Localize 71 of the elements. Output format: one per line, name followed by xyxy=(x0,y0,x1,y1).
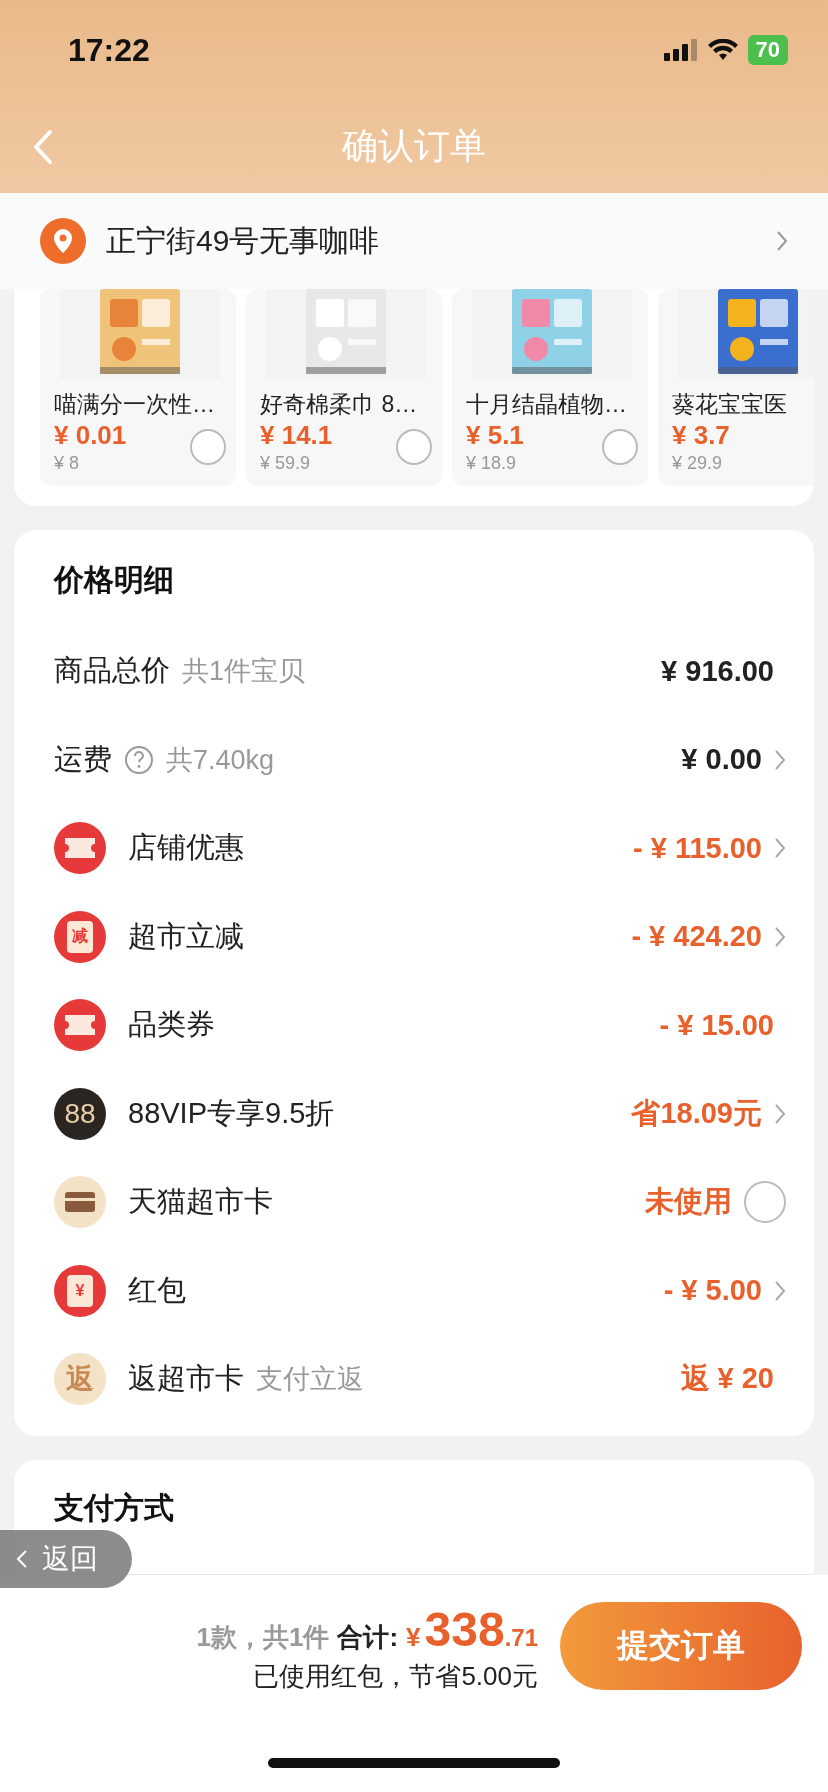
row-label: 品类券 xyxy=(128,1007,215,1043)
row-note: 支付立返 xyxy=(256,1363,364,1397)
envelope-icon: ¥ xyxy=(54,1264,106,1317)
original-price: ¥ 18.9 xyxy=(466,453,518,474)
row-note: 共1件宝贝 xyxy=(182,655,306,689)
row-value: ¥ 916.00 xyxy=(661,654,774,688)
select-radio[interactable] xyxy=(396,429,432,465)
row-value: 未使用 xyxy=(645,1184,732,1220)
product-card[interactable]: 十月结晶植物… ¥ 5.1 ¥ 18.9 xyxy=(452,289,648,486)
envelope-icon: 减 xyxy=(54,910,106,963)
battery-indicator: 70 xyxy=(747,35,788,65)
chevron-icon[interactable] xyxy=(774,1102,786,1125)
product-card[interactable]: 葵花宝宝医 ¥ 3.7 ¥ 29.9 xyxy=(658,289,814,486)
card-icon xyxy=(54,1176,106,1229)
item-count: 1款，共1件 xyxy=(196,1621,330,1654)
product-card[interactable]: 好奇棉柔巾 8… ¥ 14.1 ¥ 59.9 xyxy=(246,289,442,486)
saving-note: 已使用红包，节省5.00元 xyxy=(253,1660,538,1693)
select-radio[interactable] xyxy=(602,429,638,465)
original-price: ¥ 8 xyxy=(54,453,81,474)
status-time: 17:22 xyxy=(68,31,150,69)
product-price: ¥ 3.7 xyxy=(672,420,730,451)
row-value: 省18.09元 xyxy=(631,1095,762,1131)
vip-badge-icon: 88 xyxy=(54,1087,106,1140)
select-radio[interactable] xyxy=(190,429,226,465)
row-label: 返超市卡 xyxy=(128,1361,244,1397)
page-title: 确认订单 xyxy=(342,124,486,168)
total-label: 合计: xyxy=(337,1621,399,1654)
chevron-icon[interactable] xyxy=(774,1279,786,1302)
product-price: ¥ 5.1 xyxy=(466,420,524,451)
signal-icon xyxy=(663,39,698,61)
address-text: 正宁街49号无事咖啡 xyxy=(106,222,381,259)
section-title: 价格明细 xyxy=(54,562,175,598)
row-label: 超市立减 xyxy=(128,918,244,954)
original-price: ¥ 59.9 xyxy=(260,453,312,474)
row-label: 天猫超市卡 xyxy=(128,1184,273,1220)
product-price: ¥ 0.01 xyxy=(54,420,127,451)
product-price: ¥ 14.1 xyxy=(260,420,333,451)
total-amount: ¥338.71 xyxy=(406,1602,538,1657)
row-value: - ¥ 5.00 xyxy=(663,1274,762,1308)
back-icon[interactable] xyxy=(32,128,54,165)
wifi-icon xyxy=(707,39,738,61)
address-bar[interactable]: 正宁街49号无事咖啡 xyxy=(0,193,828,289)
row-value: ¥ 0.00 xyxy=(681,743,762,777)
row-value: - ¥ 15.00 xyxy=(659,1008,774,1042)
ticket-icon xyxy=(54,999,106,1052)
location-pin-icon xyxy=(40,218,86,264)
row-label: 红包 xyxy=(128,1272,186,1308)
chevron-icon[interactable] xyxy=(774,748,786,771)
chevron-icon[interactable] xyxy=(774,837,786,860)
product-name: 葵花宝宝医 xyxy=(672,390,788,419)
product-name: 喵满分一次性… xyxy=(54,390,216,419)
return-badge-icon: 返 xyxy=(54,1353,106,1406)
section-title: 支付方式 xyxy=(54,1489,174,1526)
product-card[interactable]: 喵满分一次性… ¥ 0.01 ¥ 8 xyxy=(40,289,236,486)
row-value: - ¥ 115.00 xyxy=(633,831,762,865)
row-value: - ¥ 424.20 xyxy=(631,920,762,954)
row-value: 返 ¥ 20 xyxy=(680,1361,774,1397)
chevron-icon[interactable] xyxy=(774,925,786,948)
row-note: 共7.40kg xyxy=(166,743,275,777)
ticket-icon xyxy=(54,822,106,875)
help-icon[interactable] xyxy=(124,744,154,775)
row-label: 店铺优惠 xyxy=(128,830,244,866)
back-icon xyxy=(16,1548,28,1569)
row-label: 运费 xyxy=(54,741,112,777)
original-price: ¥ 29.9 xyxy=(672,453,724,474)
product-name: 好奇棉柔巾 8… xyxy=(260,390,419,419)
row-label: 商品总价 xyxy=(54,653,170,689)
row-label: 88VIP专享9.5折 xyxy=(128,1095,335,1131)
chevron-icon xyxy=(776,230,788,252)
use-radio[interactable] xyxy=(744,1181,786,1224)
product-name: 十月结晶植物… xyxy=(466,390,628,419)
